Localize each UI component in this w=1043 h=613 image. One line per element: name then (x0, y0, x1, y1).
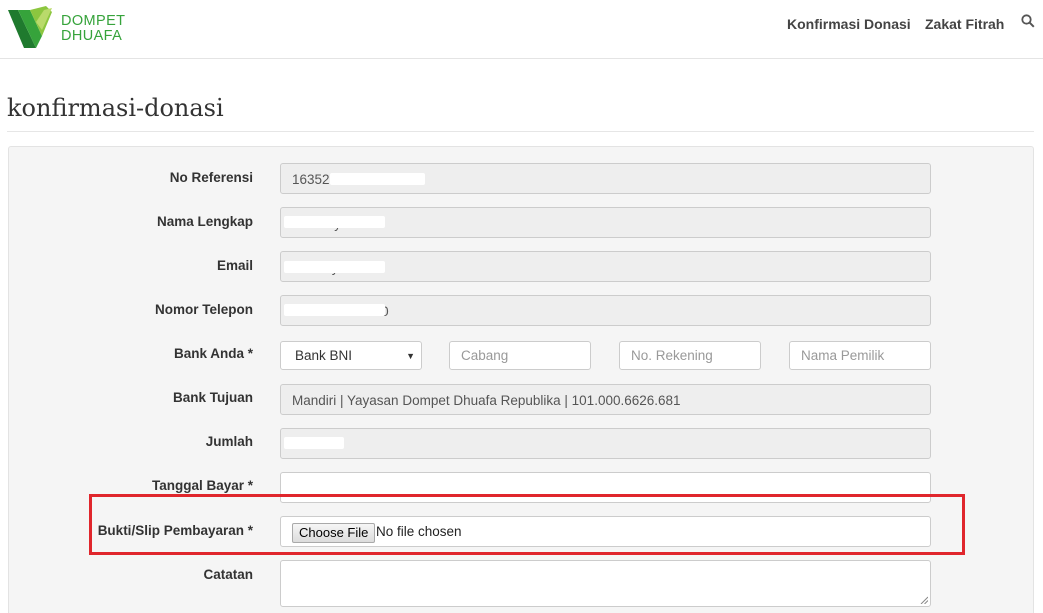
logo-line-2: DHUAFA (61, 28, 123, 44)
label-jumlah: Jumlah (205, 434, 253, 449)
resize-handle-icon[interactable] (920, 596, 928, 604)
logo-mark-icon (8, 6, 52, 48)
redaction-mask (284, 437, 344, 449)
redaction-mask (284, 261, 385, 273)
logo-text: DOMPET DHUAFA (61, 14, 125, 44)
label-email: Email (216, 258, 253, 273)
nama-pemilik-placeholder: Nama Pemilik (801, 348, 885, 363)
label-nama-lengkap: Nama Lengkap (156, 214, 253, 229)
cabang-input[interactable]: Cabang (449, 341, 591, 370)
label-no-referensi: No Referensi (169, 170, 253, 185)
nav-zakat-fitrah[interactable]: Zakat Fitrah (925, 16, 1004, 32)
label-bank-tujuan: Bank Tujuan (172, 390, 253, 405)
label-catatan: Catatan (203, 567, 253, 582)
redaction-mask (330, 173, 425, 185)
chevron-down-icon: ▼ (406, 351, 415, 361)
redaction-mask (284, 304, 385, 316)
nama-pemilik-input[interactable]: Nama Pemilik (789, 341, 931, 370)
cabang-placeholder: Cabang (461, 348, 509, 363)
label-nomor-telepon: Nomor Telepon (154, 302, 253, 317)
page-title: konfirmasi-donasi (7, 94, 224, 122)
title-divider (7, 131, 1034, 132)
site-header: DOMPET DHUAFA Konfirmasi Donasi Zakat Fi… (0, 0, 1043, 59)
label-bank-anda: Bank Anda * (173, 346, 253, 361)
search-icon[interactable] (1021, 14, 1035, 28)
catatan-textarea[interactable] (280, 560, 931, 607)
dompet-dhuafa-logo[interactable]: DOMPET DHUAFA (6, 2, 146, 52)
bank-anda-select[interactable]: Bank BNI ▼ (280, 341, 422, 370)
nav-konfirmasi-donasi[interactable]: Konfirmasi Donasi (787, 16, 911, 32)
redaction-mask (284, 216, 385, 228)
bank-tujuan-field: Mandiri | Yayasan Dompet Dhuafa Republik… (280, 384, 931, 415)
bank-anda-selected: Bank BNI (295, 348, 353, 363)
no-rekening-input[interactable]: No. Rekening (619, 341, 761, 370)
jumlah-field: 350561 (280, 428, 931, 459)
label-tanggal-bayar: Tanggal Bayar * (151, 478, 253, 493)
highlight-box (89, 494, 965, 555)
no-rekening-placeholder: No. Rekening (631, 348, 713, 363)
logo-line-1: DOMPET (61, 13, 126, 29)
